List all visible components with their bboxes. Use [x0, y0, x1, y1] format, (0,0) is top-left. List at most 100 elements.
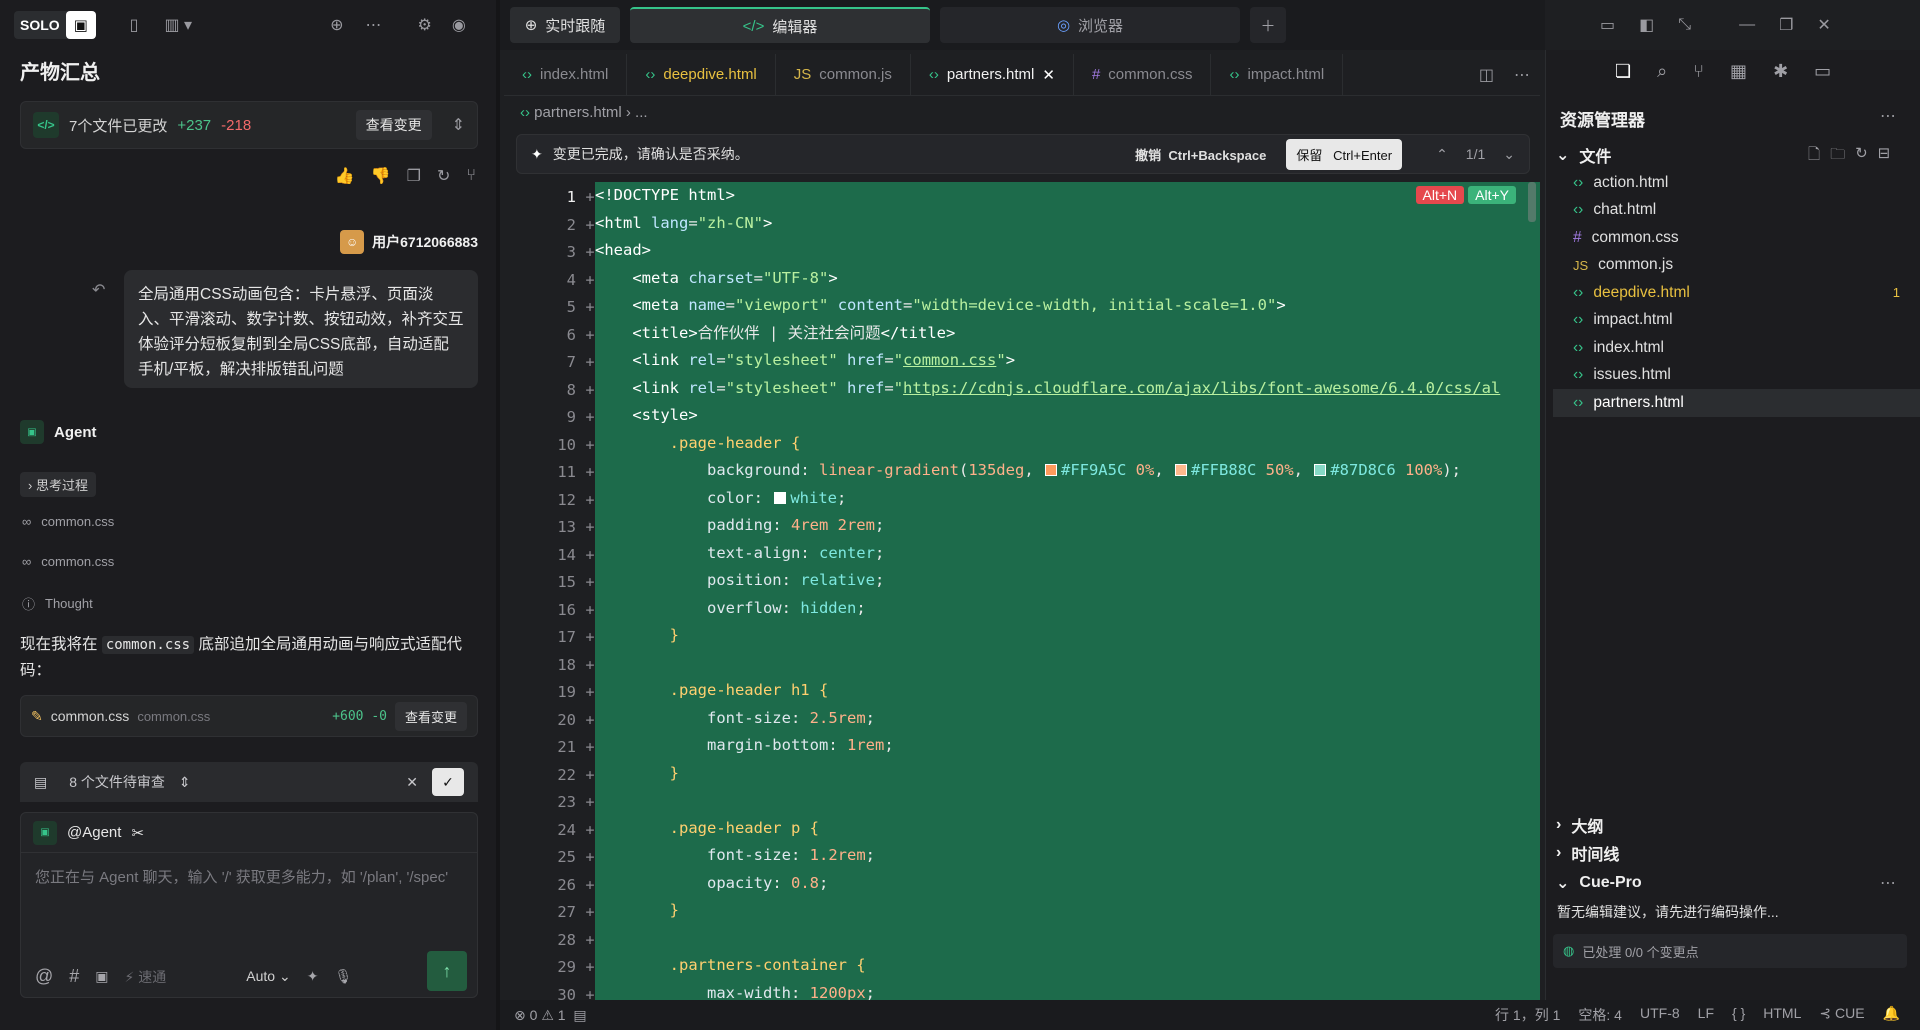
file-item[interactable]: ‹› chat.html [1553, 197, 1920, 225]
reject-icon[interactable]: ✕ [406, 774, 418, 791]
more-icon[interactable]: ⋯ [365, 15, 381, 35]
tab-browser[interactable]: ◎ 浏览器 [940, 7, 1240, 43]
timeline-section[interactable]: › 时间线 [1556, 841, 1619, 865]
file-tab-deepdive[interactable]: ‹› deepdive.html [627, 54, 776, 95]
more-icon[interactable]: ⋯ [1504, 54, 1540, 95]
new-chat-icon[interactable]: ⊕ [330, 15, 343, 35]
breadcrumb[interactable]: ‹› partners.html › ... [520, 104, 648, 121]
copy-icon[interactable]: ❐ [407, 166, 421, 186]
href-link[interactable]: common.css [903, 351, 996, 369]
step-item[interactable]: ∞ common.css [22, 554, 114, 569]
files-section-header[interactable]: ⌄ 文件 [1556, 143, 1611, 167]
warning-icon[interactable]: ⚠ [541, 1007, 554, 1024]
encoding[interactable]: UTF-8 [1640, 1005, 1680, 1025]
file-item[interactable]: ‹› action.html [1553, 169, 1920, 197]
retry-icon[interactable]: ↻ [437, 166, 450, 186]
color-swatch[interactable] [774, 491, 787, 504]
file-item[interactable]: ‹› index.html [1553, 334, 1920, 362]
thumbs-up-icon[interactable]: 👍 [335, 166, 355, 186]
pending-count[interactable]: 8 个文件待审查 [69, 772, 165, 792]
file-tab-partners[interactable]: ‹› partners.html ✕ [910, 54, 1074, 95]
close-tab-icon[interactable]: ✕ [1042, 66, 1055, 84]
prev-change-icon[interactable]: ⌃ [1436, 146, 1448, 163]
reject-shortcut-badge[interactable]: Alt+N [1415, 186, 1465, 204]
new-folder-icon[interactable]: 🗀 [1830, 144, 1845, 169]
expand-chevron-icon[interactable]: ⇕ [452, 115, 465, 135]
cue-status-item[interactable]: ⊰ CUE [1819, 1005, 1864, 1025]
thumbs-down-icon[interactable]: 👎 [371, 166, 391, 186]
sparkle-icon[interactable]: ✦ [307, 968, 319, 985]
remote-icon[interactable]: ▭ [1814, 61, 1831, 82]
notification-bell-icon[interactable]: 🔔 [1883, 1005, 1900, 1025]
tab-editor[interactable]: </> 编辑器 [630, 7, 930, 43]
speed-toggle[interactable]: ⚡ 速通 [125, 967, 167, 987]
indentation[interactable]: 空格: 4 [1578, 1005, 1622, 1025]
debug-icon[interactable]: ✱ [1773, 61, 1788, 82]
collapse-all-icon[interactable]: ⊟ [1878, 144, 1891, 169]
view-changes-button[interactable]: 查看变更 [355, 110, 432, 140]
refresh-icon[interactable]: ↻ [1855, 144, 1868, 169]
chevron-updown-icon[interactable]: ⇕ [179, 774, 191, 791]
code-area[interactable]: <!DOCTYPE html> <html lang="zh-CN"> <hea… [595, 182, 1540, 1000]
file-item[interactable]: # common.css [1553, 224, 1920, 252]
settings-gear-icon[interactable]: ⚙ [417, 15, 431, 35]
href-link[interactable]: https://cdnjs.cloudflare.com/ajax/libs/f… [903, 379, 1500, 397]
file-change-card[interactable]: ✎ common.css common.css +600 -0 查看变更 [20, 695, 478, 737]
more-icon[interactable]: ⋯ [1880, 106, 1896, 126]
editor-scrollbar[interactable] [1528, 182, 1536, 222]
code-editor[interactable]: 1 +2 +3 +4 +5 +6 +7 +8 +9 +10 +11 +12 +13 +14 +15 +16 +1… [504, 182, 1540, 1000]
hash-icon[interactable]: # [69, 966, 79, 987]
next-change-icon[interactable]: ⌄ [1503, 146, 1515, 163]
extensions-icon[interactable]: ▦ [1730, 61, 1747, 82]
outline-section[interactable]: › 大纲 [1556, 813, 1603, 837]
color-swatch[interactable] [1314, 464, 1327, 476]
view-changes-button[interactable]: 查看变更 [394, 701, 467, 731]
brackets[interactable]: { } [1732, 1005, 1745, 1025]
at-icon[interactable]: @ [35, 966, 53, 987]
send-button[interactable]: ↑ [427, 951, 467, 991]
color-swatch[interactable] [1044, 464, 1057, 476]
solo-mode-button[interactable]: SOLO ▣ [14, 11, 96, 39]
panel-splitter[interactable] [496, 0, 500, 1030]
file-tab-impact[interactable]: ‹› impact.html [1211, 54, 1344, 95]
account-icon[interactable]: ◉ [452, 15, 466, 35]
panel-bottom-icon[interactable]: ▭ [1600, 15, 1615, 35]
model-select[interactable]: Auto ⌄ [246, 968, 290, 985]
close-icon[interactable]: ✕ [1817, 15, 1830, 35]
file-item[interactable]: ‹› deepdive.html 1 [1553, 279, 1920, 307]
line-ending[interactable]: LF [1698, 1005, 1714, 1025]
minimize-icon[interactable]: — [1739, 16, 1755, 34]
step-item[interactable]: ⓘ Thought [22, 594, 93, 613]
tools-icon[interactable]: ✂ [131, 824, 144, 842]
cursor-position[interactable]: 行 1，列 1 [1495, 1005, 1560, 1025]
search-icon[interactable]: ⌕ [1657, 61, 1667, 82]
undo-button[interactable]: 撤销 Ctrl+Backspace [1135, 145, 1266, 164]
branch-icon[interactable]: ⑂ [466, 166, 476, 186]
sidebar-toggle-icon[interactable]: ▯ [130, 15, 139, 35]
agent-mention[interactable]: @Agent [67, 824, 121, 841]
color-swatch[interactable] [1175, 464, 1187, 476]
accept-all-button[interactable]: ✓ [432, 768, 464, 796]
files-icon[interactable]: ❏ [1615, 61, 1631, 82]
new-file-icon[interactable]: 🗋 [1808, 144, 1820, 169]
error-icon[interactable]: ⊗ [514, 1007, 526, 1024]
language-mode[interactable]: HTML [1763, 1005, 1801, 1025]
keep-button[interactable]: 保留 Ctrl+Enter [1286, 138, 1403, 170]
split-editor-icon[interactable]: ◫ [1469, 54, 1504, 95]
maximize-icon[interactable]: ❐ [1779, 15, 1793, 35]
chat-input[interactable]: 您正在与 Agent 聊天，输入 '/' 获取更多能力，如 '/plan', '… [21, 853, 477, 902]
columns-icon[interactable]: ▥ ▾ [164, 15, 192, 35]
panel-right-icon[interactable]: ◧ [1639, 15, 1654, 35]
file-item[interactable]: JS common.js [1553, 252, 1920, 280]
file-item[interactable]: ‹› issues.html [1553, 362, 1920, 390]
undo-icon[interactable]: ↶ [92, 280, 105, 300]
more-icon[interactable]: ⋯ [1880, 873, 1896, 893]
collapse-icon[interactable]: ⤡ [1678, 16, 1691, 34]
thinking-toggle[interactable]: › 思考过程 [20, 472, 96, 497]
image-icon[interactable]: ▣ [95, 968, 108, 985]
accept-shortcut-badge[interactable]: Alt+Y [1468, 186, 1516, 204]
cue-section[interactable]: ⌄ Cue-Pro [1556, 873, 1642, 893]
file-item[interactable]: ‹› impact.html [1553, 307, 1920, 335]
terminal-icon[interactable]: ▤ [573, 1007, 586, 1024]
file-item[interactable]: ‹› partners.html [1553, 389, 1920, 417]
